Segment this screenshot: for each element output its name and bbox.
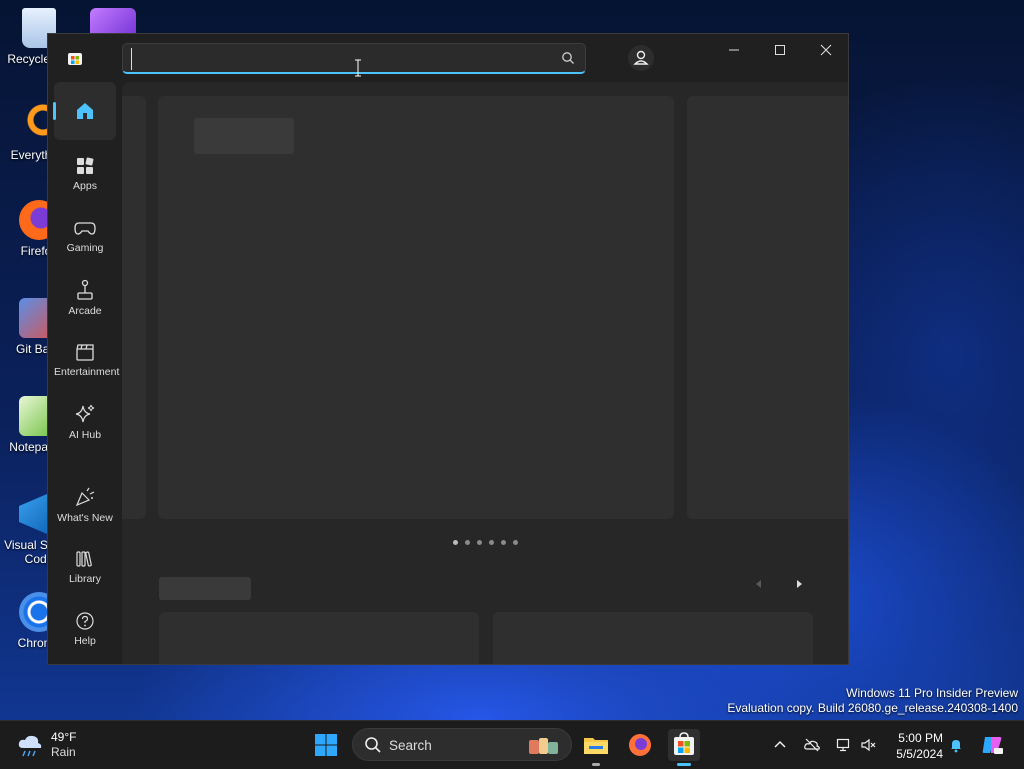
volume-muted-icon[interactable] xyxy=(860,737,876,753)
watermark-line2: Evaluation copy. Build 26080.ge_release.… xyxy=(727,701,1018,715)
folder-icon xyxy=(584,738,608,754)
taskbar-search-label: Search xyxy=(389,738,432,753)
minimize-button[interactable] xyxy=(711,34,757,66)
close-icon xyxy=(820,44,832,56)
account-icon xyxy=(633,50,649,65)
maximize-button[interactable] xyxy=(757,34,803,66)
weather-temperature: 49°F xyxy=(51,730,77,744)
network-icon[interactable] xyxy=(836,737,852,753)
clapperboard-icon xyxy=(76,344,94,361)
onedrive-offline-icon[interactable] xyxy=(804,737,820,753)
clock-time: 5:00 PM xyxy=(898,731,943,745)
taskbar: 49°F Rain Search 5:00 PM 5/5/2024 xyxy=(0,720,1024,769)
carousel-dot[interactable] xyxy=(513,540,518,545)
nav-help-label: Help xyxy=(74,635,96,647)
hero-card-current[interactable] xyxy=(158,96,674,519)
nav-entertainment[interactable]: Entertainment xyxy=(54,332,120,390)
taskbar-firefox[interactable] xyxy=(624,729,656,761)
weather-widget[interactable]: 49°F Rain xyxy=(16,729,116,761)
search-icon xyxy=(365,737,381,753)
firefox-icon xyxy=(629,734,651,756)
joystick-icon xyxy=(77,279,93,300)
help-icon xyxy=(76,612,94,630)
apps-icon xyxy=(77,157,94,174)
nav-library-label: Library xyxy=(68,573,102,585)
nav-gaming-label: Gaming xyxy=(66,242,104,254)
rain-cloud-icon xyxy=(18,735,42,757)
title-bar[interactable] xyxy=(48,34,848,82)
library-icon xyxy=(76,551,92,567)
nav-whats-new-label: What's New xyxy=(57,512,113,524)
nav-gaming[interactable]: Gaming xyxy=(54,208,116,266)
megaphone-icon xyxy=(75,487,95,507)
hero-card-next[interactable] xyxy=(687,96,848,519)
text-cursor-icon xyxy=(355,59,361,77)
windows-logo-icon xyxy=(315,734,337,756)
nav-home[interactable] xyxy=(53,82,116,140)
taskbar-clock[interactable]: 5:00 PM 5/5/2024 xyxy=(883,730,943,762)
nav-arcade[interactable]: Arcade xyxy=(54,270,116,328)
nav-apps[interactable]: Apps xyxy=(54,146,116,204)
gamepad-icon xyxy=(74,222,96,235)
weather-condition: Rain xyxy=(51,745,76,759)
nav-help[interactable]: Help xyxy=(54,601,116,659)
taskbar-file-explorer[interactable] xyxy=(580,729,612,766)
store-window: Apps Gaming Arcade Entertainment AI Hub … xyxy=(47,33,849,665)
start-button[interactable] xyxy=(310,729,342,761)
os-watermark: Windows 11 Pro Insider Preview Evaluatio… xyxy=(727,686,1018,716)
scroll-left-icon[interactable] xyxy=(752,577,766,591)
nav-ai-hub-label: AI Hub xyxy=(68,429,102,441)
nav-entertainment-label: Entertainment xyxy=(54,366,120,378)
nav-arcade-label: Arcade xyxy=(68,305,102,317)
nav-library[interactable]: Library xyxy=(54,539,116,597)
notification-bell-icon[interactable] xyxy=(948,737,964,753)
carousel-dot[interactable] xyxy=(453,540,458,545)
minimize-icon xyxy=(729,49,739,51)
watermark-line1: Windows 11 Pro Insider Preview xyxy=(846,686,1018,700)
store-app-icon xyxy=(68,53,82,65)
account-button[interactable] xyxy=(628,45,654,71)
search-highlight-icon xyxy=(529,738,558,754)
hero-card-previous[interactable] xyxy=(122,96,146,519)
close-button[interactable] xyxy=(803,34,848,66)
taskbar-search[interactable]: Search xyxy=(352,728,572,761)
nav-apps-label: Apps xyxy=(73,180,97,192)
carousel-dot[interactable] xyxy=(501,540,506,545)
section-card-2[interactable] xyxy=(493,612,813,664)
store-search-input[interactable] xyxy=(131,48,556,70)
clock-date: 5/5/2024 xyxy=(896,747,943,761)
nav-ai-hub[interactable]: AI Hub xyxy=(54,394,116,452)
active-indicator xyxy=(53,102,56,120)
home-icon xyxy=(77,103,93,119)
search-icon[interactable] xyxy=(561,51,575,65)
carousel-pager xyxy=(453,540,518,545)
carousel-dot[interactable] xyxy=(465,540,470,545)
store-app-icon xyxy=(674,732,694,755)
taskbar-microsoft-store[interactable] xyxy=(668,729,700,766)
copilot-icon[interactable] xyxy=(980,733,1004,757)
maximize-icon xyxy=(775,45,785,55)
carousel-dot[interactable] xyxy=(489,540,494,545)
hero-title-placeholder xyxy=(194,118,294,154)
sparkle-icon xyxy=(75,404,95,423)
main-content xyxy=(122,82,848,664)
chevron-up-icon[interactable] xyxy=(772,737,788,753)
carousel-dot[interactable] xyxy=(477,540,482,545)
navigation-sidebar: Apps Gaming Arcade Entertainment AI Hub … xyxy=(48,82,122,664)
scroll-right-icon[interactable] xyxy=(792,577,806,591)
section-title-placeholder xyxy=(159,577,251,600)
section-card-1[interactable] xyxy=(159,612,479,664)
nav-whats-new[interactable]: What's New xyxy=(54,477,116,535)
